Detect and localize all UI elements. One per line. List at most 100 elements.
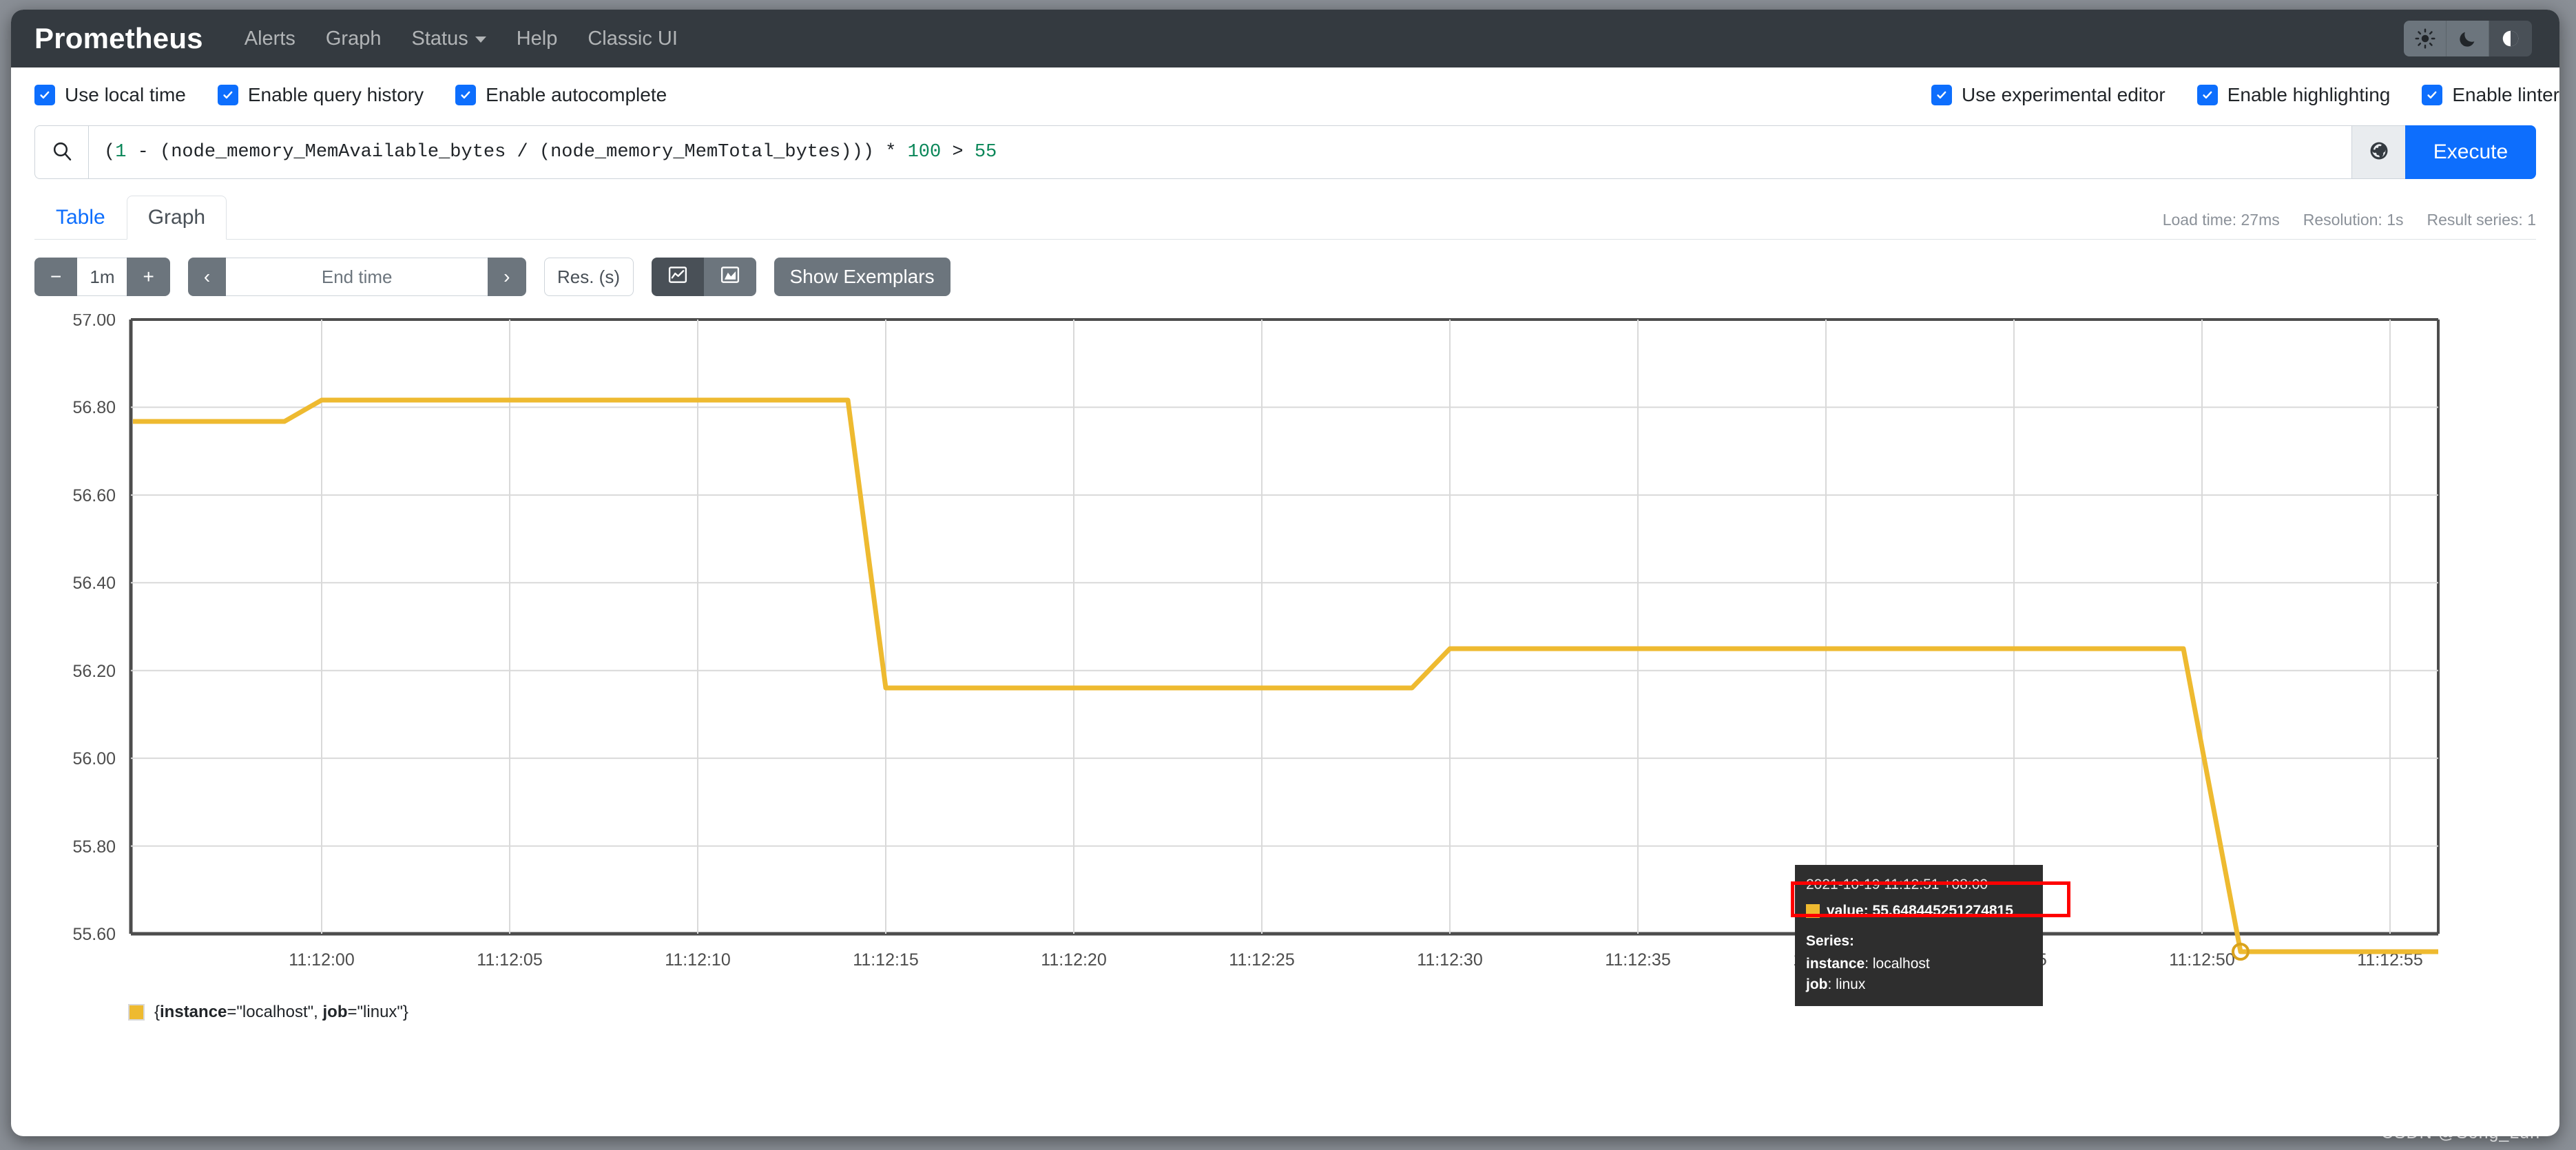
time-series-chart[interactable]: 57.00 56.80 56.60 56.40 56.20 56.00 55.8… [34, 314, 2535, 996]
checkbox-enable-query-history[interactable]: Enable query history [217, 84, 424, 106]
tab-table[interactable]: Table [34, 196, 127, 240]
tab-table-label: Table [56, 206, 105, 229]
range-control-group: − 1m + [34, 258, 170, 296]
legend-key-instance: instance [160, 1003, 227, 1021]
nav-classic-ui[interactable]: Classic UI [572, 22, 693, 56]
nav-alerts-label: Alerts [244, 27, 295, 50]
moon-icon [2458, 29, 2478, 48]
query-history-button[interactable] [2351, 125, 2405, 179]
query-num-55: 55 [974, 142, 997, 163]
chevron-left-icon: ‹ [203, 266, 211, 287]
stat-result-series: Result series: 1 [2427, 211, 2536, 229]
checkmark-icon [34, 85, 55, 105]
tooltip-job-key: job [1806, 976, 1828, 993]
tab-graph[interactable]: Graph [126, 196, 227, 240]
query-row: (1 - (node_memory_MemAvailable_bytes / (… [34, 125, 2536, 179]
checkbox-enable-linter[interactable]: Enable linter [2422, 84, 2559, 106]
query-num-1: 1 [115, 142, 127, 163]
legend-color-swatch-icon [128, 1004, 145, 1021]
decrease-range-label: − [50, 266, 62, 287]
y-gridlines [131, 406, 2438, 847]
tooltip-job-value: : linux [1827, 976, 1866, 993]
settings-right-group: Use experimental editor Enable highlight… [1931, 67, 2559, 123]
checkbox-use-experimental-editor[interactable]: Use experimental editor [1931, 84, 2165, 106]
stat-load-time: Load time: 27ms [2162, 211, 2280, 229]
checkmark-icon [1931, 85, 1952, 105]
query-num-100: 100 [907, 142, 942, 163]
execute-button[interactable]: Execute [2405, 125, 2536, 179]
checkbox-enable-autocomplete-label: Enable autocomplete [486, 84, 667, 105]
settings-left-group: Use local time Enable query history Enab… [34, 84, 667, 106]
tooltip-value-label: value: 55.648445251274815 [1827, 902, 2013, 919]
chart-type-stacked-button[interactable] [703, 258, 756, 296]
svg-text:11:12:30: 11:12:30 [1417, 950, 1482, 970]
checkbox-enable-query-history-label: Enable query history [247, 84, 424, 105]
checkmark-icon [2422, 85, 2443, 105]
step-forward-button[interactable]: › [488, 258, 526, 296]
checkbox-use-local-time[interactable]: Use local time [34, 84, 186, 106]
query-plain-1: - (node_memory_MemAvailable_bytes / (nod… [126, 142, 908, 163]
y-axis-labels: 57.00 56.80 56.60 56.40 56.20 56.00 55.8… [72, 314, 116, 944]
x-gridlines [321, 320, 2391, 934]
query-stats: Load time: 27ms Resolution: 1s Result se… [2163, 211, 2536, 229]
svg-text:11:12:35: 11:12:35 [1605, 950, 1670, 970]
globe-history-icon [2369, 140, 2389, 165]
svg-text:11:12:20: 11:12:20 [1041, 950, 1106, 970]
legend-val-instance: ="localhost", [227, 1003, 323, 1021]
resolution-placeholder: Res. (s) [557, 266, 620, 287]
theme-auto-button[interactable] [2489, 21, 2532, 56]
step-backward-button[interactable]: ‹ [187, 258, 227, 296]
checkbox-enable-highlighting-label: Enable highlighting [2227, 84, 2391, 105]
svg-text:11:12:15: 11:12:15 [853, 950, 918, 970]
screen-root: Prometheus Alerts Graph Status Help Clas… [0, 0, 2576, 1150]
nav-graph-label: Graph [325, 27, 382, 50]
legend-key-job: job [322, 1003, 348, 1021]
nav-help[interactable]: Help [501, 22, 573, 56]
decrease-range-button[interactable]: − [34, 258, 78, 296]
svg-text:56.20: 56.20 [72, 662, 116, 681]
tooltip-timestamp: 2021-10-19 11:12:51 +08:00 [1806, 877, 1988, 892]
sun-icon [2414, 28, 2435, 49]
search-icon [51, 140, 73, 165]
query-expression: (1 - (node_memory_MemAvailable_bytes / (… [104, 142, 997, 163]
nav-status-label: Status [411, 27, 468, 50]
svg-text:55.60: 55.60 [72, 925, 116, 944]
chevron-down-icon [475, 36, 486, 43]
svg-text:56.60: 56.60 [72, 486, 116, 505]
increase-range-label: + [143, 266, 154, 287]
stat-resolution: Resolution: 1s [2303, 211, 2404, 229]
chart-legend-item[interactable]: {instance="localhost", job="linux"} [128, 1003, 2559, 1022]
theme-light-button[interactable] [2404, 21, 2447, 56]
increase-range-button[interactable]: + [127, 258, 170, 296]
x-axis-labels: 11:12:00 11:12:05 11:12:10 11:12:15 11:1… [289, 950, 2422, 970]
nav-graph[interactable]: Graph [311, 22, 397, 56]
resolution-input[interactable]: Res. (s) [543, 258, 634, 296]
nav-alerts[interactable]: Alerts [229, 22, 311, 56]
svg-text:57.00: 57.00 [72, 314, 116, 330]
query-input[interactable]: (1 - (node_memory_MemAvailable_bytes / (… [88, 125, 2351, 179]
show-exemplars-button[interactable]: Show Exemplars [773, 258, 951, 296]
tooltip-instance-key: instance [1806, 956, 1865, 972]
svg-text:56.80: 56.80 [72, 398, 116, 417]
search-button[interactable] [34, 125, 88, 179]
navbar: Prometheus Alerts Graph Status Help Clas… [11, 10, 2559, 67]
nav-status[interactable]: Status [396, 22, 501, 56]
execute-button-label: Execute [2433, 140, 2509, 163]
range-input[interactable]: 1m [77, 258, 127, 296]
graph-controls: − 1m + ‹ End time › Res. (s) Show Exempl… [34, 258, 2536, 296]
svg-text:56.00: 56.00 [72, 749, 116, 769]
legend-label: {instance="localhost", job="linux"} [154, 1003, 408, 1022]
line-chart-icon [667, 264, 688, 290]
tab-graph-label: Graph [147, 206, 206, 229]
end-time-input[interactable]: End time [226, 258, 488, 296]
series-line [133, 397, 2438, 954]
theme-dark-button[interactable] [2447, 21, 2489, 56]
checkmark-icon [2196, 85, 2218, 105]
watermark: CSDN @Song_Lun [2380, 1123, 2540, 1142]
checkbox-enable-autocomplete[interactable]: Enable autocomplete [455, 84, 667, 106]
tooltip-instance-value: : localhost [1865, 956, 1930, 972]
svg-text:55.80: 55.80 [72, 837, 116, 857]
brand-prometheus[interactable]: Prometheus [34, 22, 203, 55]
chart-type-line-button[interactable] [651, 258, 704, 296]
checkbox-enable-highlighting[interactable]: Enable highlighting [2196, 84, 2391, 106]
